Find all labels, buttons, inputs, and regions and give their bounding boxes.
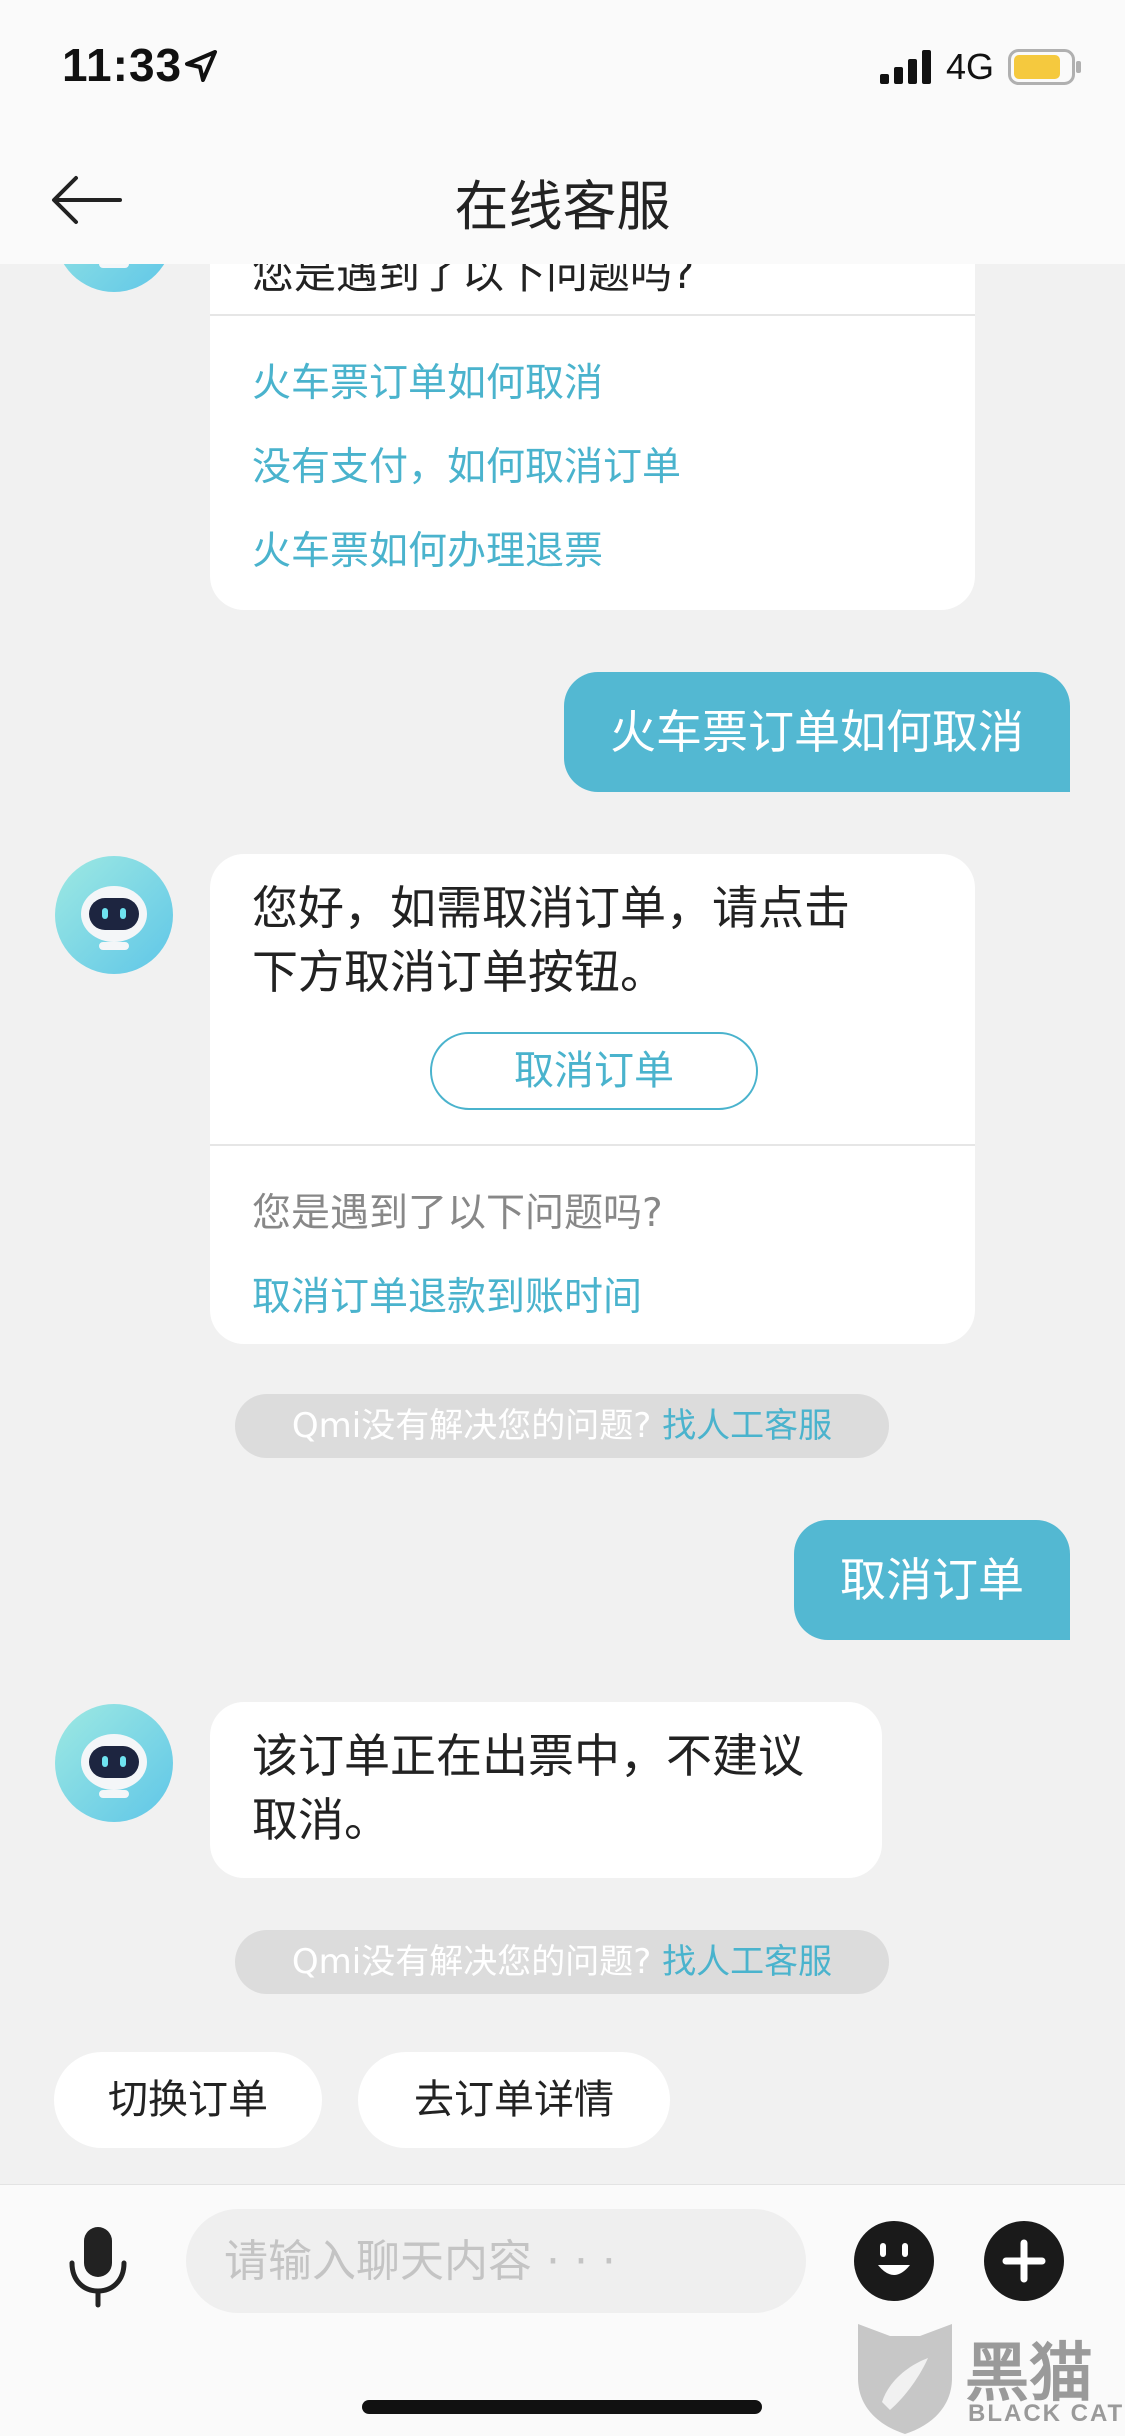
human-service-link[interactable]: 找人工客服 (662, 1406, 832, 1446)
smiley-icon (854, 2221, 934, 2301)
bot-avatar-icon (55, 1704, 173, 1822)
bot-message-card: 该订单正在出票中，不建议 取消。 (210, 1702, 882, 1878)
chat-area[interactable]: 您是遇到了以下问题吗? 火车票订单如何取消 没有支付，如何取消订单 火车票如何办… (0, 264, 1125, 2184)
bot-avatar-icon (55, 856, 173, 974)
faq-link[interactable]: 取消订单退款到账时间 (210, 1266, 684, 1322)
emoji-button[interactable] (854, 2221, 934, 2301)
plus-icon (984, 2221, 1064, 2301)
status-time: 11:33 (62, 39, 183, 91)
bot-avatar-icon (63, 264, 165, 292)
hint-text: Qmi没有解决您的问题? (291, 1406, 663, 1446)
bot-message-line: 取消。 (252, 1793, 390, 1847)
divider (210, 314, 975, 316)
bot-message-card: 您好，如需取消订单，请点击 下方取消订单按钮。 取消订单 您是遇到了以下问题吗?… (210, 854, 975, 1344)
bot-message-line: 该订单正在出票中，不建议 (252, 1729, 804, 1783)
chat-input[interactable] (186, 2209, 806, 2313)
order-details-button[interactable]: 去订单详情 (358, 2052, 670, 2148)
human-service-link[interactable]: 找人工客服 (662, 1942, 832, 1982)
battery-icon (1008, 49, 1081, 85)
page-title: 在线客服 (454, 175, 671, 238)
user-message: 火车票订单如何取消 (564, 672, 1070, 792)
status-bar: 11:33 4G (0, 0, 1125, 132)
card-prompt: 您是遇到了以下问题吗? (252, 264, 695, 298)
home-indicator (362, 2400, 762, 2414)
hint-text: Qmi没有解决您的问题? (291, 1942, 663, 1982)
faq-link[interactable]: 没有支付，如何取消订单 (210, 436, 723, 492)
watermark: 黑猫 BLACK CAT (850, 2318, 1125, 2436)
location-arrow-icon (185, 50, 217, 82)
user-message: 取消订单 (794, 1520, 1070, 1640)
watermark-text-en: BLACK CAT (968, 2400, 1125, 2427)
human-service-hint: Qmi没有解决您的问题? 找人工客服 (235, 1930, 889, 1994)
more-options-button[interactable] (984, 2221, 1064, 2301)
faq-link[interactable]: 火车票订单如何取消 (210, 352, 645, 408)
cancel-order-button[interactable]: 取消订单 (430, 1032, 758, 1110)
signal-icon (880, 50, 931, 84)
divider (210, 1144, 975, 1146)
human-service-hint: Qmi没有解决您的问题? 找人工客服 (235, 1394, 889, 1458)
nav-bar: 在线客服 (0, 132, 1125, 264)
card-prompt: 您是遇到了以下问题吗? (252, 1191, 663, 1236)
suggestion-card: 您是遇到了以下问题吗? 火车票订单如何取消 没有支付，如何取消订单 火车票如何办… (210, 264, 975, 610)
faq-link[interactable]: 火车票如何办理退票 (210, 520, 645, 576)
bot-message-line: 您好，如需取消订单，请点击 (252, 881, 850, 935)
bot-message-line: 下方取消订单按钮。 (252, 945, 666, 999)
network-type: 4G (946, 46, 995, 87)
cat-shield-icon (858, 2324, 952, 2434)
microphone-icon[interactable] (66, 2225, 130, 2309)
switch-order-button[interactable]: 切换订单 (54, 2052, 322, 2148)
